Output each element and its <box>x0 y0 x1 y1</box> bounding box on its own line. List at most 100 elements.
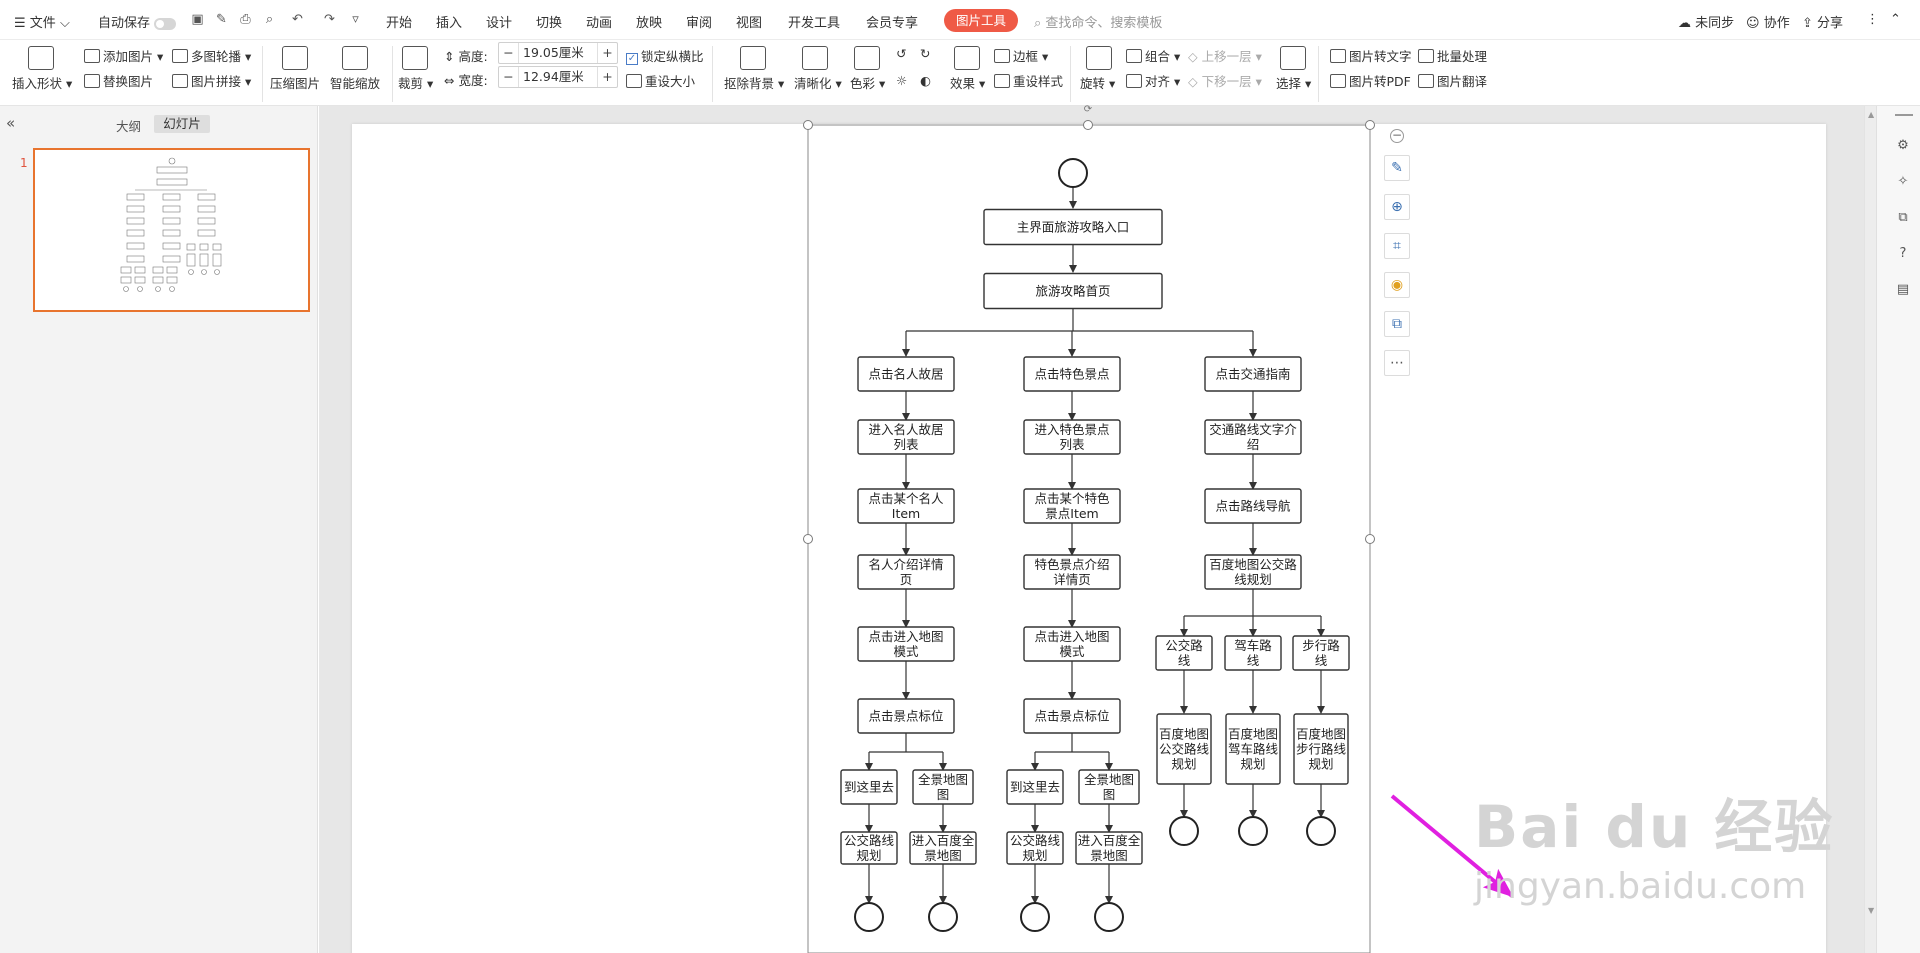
flow-node-label: 线 <box>1178 653 1191 668</box>
flow-node-label: 全景地图 <box>918 772 968 787</box>
flow-node-label: 进入百度全 <box>1078 833 1141 848</box>
flow-node: 点击进入地图模式 <box>857 626 955 662</box>
crop-float-icon[interactable]: ⌗ <box>1384 233 1410 259</box>
flow-node: 点击特色景点 <box>1023 356 1121 392</box>
flow-node-label: 点击特色景点 <box>1034 367 1109 382</box>
scroll-up-icon[interactable]: ▲ <box>1868 110 1874 119</box>
resize-handle[interactable] <box>803 534 813 544</box>
flow-node: 百度地图公交路线规划 <box>1204 554 1302 590</box>
flow-node: 点击某个名人Item <box>857 488 955 524</box>
more-float-icon[interactable]: ⋯ <box>1384 350 1410 376</box>
resize-handle[interactable] <box>1365 120 1375 130</box>
rotate-handle-icon[interactable]: ⟳ <box>1082 104 1094 115</box>
flow-node: 点击名人故居 <box>857 356 955 392</box>
flow-node-label: 公交路线 <box>1010 833 1061 848</box>
flow-node-label: 到这里去 <box>1010 780 1060 795</box>
flow-node: 进入百度全景地图 <box>909 831 977 865</box>
collapse-float-icon[interactable]: − <box>1390 129 1404 143</box>
flow-node-label: 规划 <box>1171 757 1196 772</box>
flow-node-label: 公交路线 <box>1159 742 1210 757</box>
flow-node: 公交路线 <box>1155 635 1213 671</box>
flow-node-label: 名人介绍详情 <box>868 557 943 572</box>
flow-node-label: 点击交通指南 <box>1215 367 1290 382</box>
idea-bulb-icon[interactable]: ◉ <box>1384 272 1410 298</box>
flow-node: 步行路线 <box>1292 635 1350 671</box>
flow-node-label: 进入名人故居 <box>868 422 943 437</box>
flow-node: 到这里去 <box>1006 769 1064 805</box>
flow-node: 进入特色景点列表 <box>1023 419 1121 455</box>
flow-node-label: 规划 <box>1240 757 1265 772</box>
vertical-scrollbar[interactable]: ▲ ▼ <box>1865 106 1877 953</box>
flow-node-label: 到这里去 <box>844 780 894 795</box>
flow-node-label: 点击景点标位 <box>1034 709 1109 724</box>
flow-node-label: 百度地图 <box>1228 727 1278 742</box>
flow-node-label: 点击路线导航 <box>1215 499 1291 514</box>
watermark-url: jingyan.baidu.com <box>1474 866 1807 907</box>
flow-node-label: 详情页 <box>1053 572 1091 587</box>
flow-node: 交通路线文字介绍 <box>1204 419 1302 455</box>
animation-icon[interactable]: ✧ <box>1895 174 1911 190</box>
flow-node: 全景地图图 <box>1078 769 1140 805</box>
flow-node: 点击某个特色景点Item <box>1023 488 1121 524</box>
flow-node-label: Item <box>892 506 920 521</box>
backup-icon[interactable]: ▤ <box>1895 282 1911 298</box>
flow-node: 点击景点标位 <box>1023 698 1121 734</box>
resize-handle[interactable] <box>1365 534 1375 544</box>
flow-node-label: 模式 <box>1059 644 1085 659</box>
flow-node: 到这里去 <box>840 769 898 805</box>
copy-picture-icon[interactable]: ⧉ <box>1384 311 1410 337</box>
flow-terminal-circle <box>1169 816 1199 846</box>
flow-node-label: 规划 <box>856 848 881 863</box>
flow-node-label: 步行路线 <box>1296 742 1347 757</box>
flow-node-label: 列表 <box>893 437 919 452</box>
flow-node-label: 驾车路 <box>1234 638 1272 653</box>
flow-nodes: 主界面旅游攻略入口旅游攻略首页点击名人故居进入名人故居列表点击某个名人Item 名… <box>840 158 1350 932</box>
flow-node-label: 点击进入地图 <box>1034 629 1109 644</box>
flow-node: 百度地图步行路线规划 <box>1293 713 1349 785</box>
flow-node-label: 列表 <box>1059 437 1085 452</box>
flow-node: 进入名人故居列表 <box>857 419 955 455</box>
flow-node-label: 绍 <box>1247 437 1260 452</box>
flow-terminal-circle <box>928 902 958 932</box>
flow-node: 特色景点介绍详情页 <box>1023 554 1121 590</box>
flow-node: 驾车路线 <box>1224 635 1282 671</box>
flow-node-label: 公交路线 <box>844 833 895 848</box>
flow-node-label: 模式 <box>893 644 919 659</box>
flow-node-label: 全景地图 <box>1084 772 1134 787</box>
flow-node-label: 公交路 <box>1165 638 1203 653</box>
resize-handle[interactable] <box>803 120 813 130</box>
flow-node: 点击景点标位 <box>857 698 955 734</box>
edit-picture-icon[interactable]: ✎ <box>1384 155 1410 181</box>
flow-node-label: 线 <box>1315 653 1328 668</box>
zoom-in-icon[interactable]: ⊕ <box>1384 194 1410 220</box>
flow-node-label: 进入百度全 <box>912 833 975 848</box>
flow-node-label: 点击进入地图 <box>868 629 943 644</box>
flow-node: 主界面旅游攻略入口 <box>983 208 1163 246</box>
scroll-down-icon[interactable]: ▼ <box>1868 906 1874 915</box>
transition-icon[interactable]: ⧉ <box>1895 210 1911 226</box>
flow-node-label: 点击某个名人 <box>868 491 944 506</box>
flow-node: 名人介绍详情页 <box>857 554 955 590</box>
properties-icon[interactable]: ⚙ <box>1895 138 1911 154</box>
flow-node-label: 百度地图公交路 <box>1209 557 1297 572</box>
flow-node-label: 旅游攻略首页 <box>1035 284 1110 299</box>
flow-node-label: 交通路线文字介 <box>1209 422 1297 437</box>
drag-handle[interactable] <box>1895 114 1913 116</box>
flow-node: 公交路线规划 <box>1006 831 1064 865</box>
flow-node-label: 步行路 <box>1302 638 1340 653</box>
flow-node-label: 驾车路线 <box>1228 742 1279 757</box>
flow-node-label: 主界面旅游攻略入口 <box>1017 220 1130 235</box>
flow-node-label: 图 <box>937 787 950 802</box>
help-icon[interactable]: ? <box>1895 246 1911 262</box>
flow-node: 点击交通指南 <box>1204 356 1302 392</box>
wps-window: ☰ 文件 ⌵ 自动保存 ▣ ✎ ⎙ ⌕ ↶ ↷ ▿ 开始 插入 设计 切换 动画… <box>0 0 1920 953</box>
flow-terminal-circle <box>1094 902 1124 932</box>
selection-frame <box>807 124 1371 953</box>
resize-handle[interactable] <box>1083 120 1093 130</box>
flow-terminal-circle <box>1058 158 1088 188</box>
flow-node-label: 进入特色景点 <box>1034 422 1109 437</box>
flow-node: 公交路线规划 <box>840 831 898 865</box>
flow-node-label: 景点Item <box>1045 506 1098 521</box>
flow-node: 点击路线导航 <box>1204 488 1302 524</box>
flow-node-label: 规划 <box>1022 848 1047 863</box>
